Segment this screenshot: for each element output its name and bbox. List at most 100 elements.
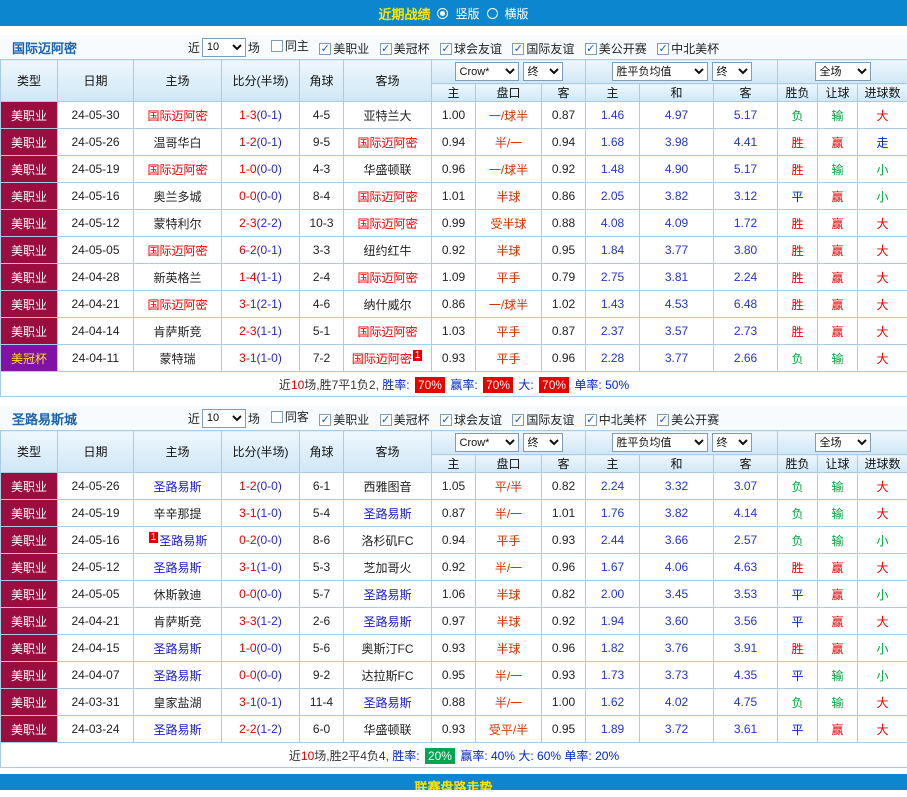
sections-container: 国际迈阿密 近 10 场 同主 ✓ 美职业 ✓ 美冠杯 ✓ 球会友谊 ✓ 国际友…: [0, 35, 907, 768]
filter-checkbox[interactable]: ✓ 国际友谊: [512, 411, 574, 428]
match-type: 美职业: [1, 102, 58, 129]
handicap-result: 输: [818, 500, 858, 527]
match-date: 24-05-12: [58, 210, 134, 237]
euro-final-select[interactable]: 终: [712, 62, 752, 81]
corners: 4-5: [300, 102, 344, 129]
match-date: 24-05-19: [58, 500, 134, 527]
euro-win-odds: 1.43: [586, 291, 640, 318]
col-handicap-result: 让球: [818, 84, 858, 102]
match-type: 美职业: [1, 554, 58, 581]
euro-win-odds: 1.62: [586, 689, 640, 716]
euro-lose-odds: 5.17: [714, 156, 778, 183]
matches-body: 美职业 24-05-26 圣路易斯 1-2(0-0) 6-1 西雅图音 1.05…: [1, 473, 907, 743]
asian-odds-header: Crow*终: [432, 60, 586, 84]
sub-col-asian-away: 客: [542, 84, 586, 102]
away-team: 芝加哥火: [344, 554, 432, 581]
checkbox-box-icon: ✓: [657, 43, 669, 55]
result: 负: [778, 689, 818, 716]
match-date: 24-04-21: [58, 291, 134, 318]
games-count-select[interactable]: 10: [202, 38, 246, 57]
asian-home-odds: 0.94: [432, 129, 476, 156]
filter-checkbox[interactable]: ✓ 球会友谊: [440, 411, 502, 428]
radio-vertical-selected[interactable]: [437, 8, 448, 19]
result: 负: [778, 527, 818, 554]
score: 3-1(2-1): [222, 291, 300, 318]
matches-table: 类型 日期 主场 比分(半场) 角球 客场 Crow*终 胜平负均值终 全场: [0, 430, 907, 768]
corners: 8-4: [300, 183, 344, 210]
euro-odds-select[interactable]: 胜平负均值: [612, 62, 708, 81]
home-team: 国际迈阿密: [134, 291, 222, 318]
goals-result: 小: [858, 183, 907, 210]
radio-horizontal-label[interactable]: 横版: [505, 5, 529, 22]
games-label: 场: [248, 39, 260, 56]
match-row: 美职业 24-04-21 肯萨斯竞 3-3(1-2) 2-6 圣路易斯 0.97…: [1, 608, 907, 635]
asian-home-odds: 1.03: [432, 318, 476, 345]
match-date: 24-05-16: [58, 183, 134, 210]
filter-checkbox[interactable]: ✓ 中北美杯: [585, 411, 647, 428]
summary-row: 近10场,胜7平1负2, 胜率: 70% 赢率: 70% 大: 70% 单率: …: [1, 372, 907, 397]
handicap-result: 赢: [818, 210, 858, 237]
away-team: 圣路易斯: [344, 689, 432, 716]
radio-horizontal[interactable]: [487, 8, 498, 19]
match-type: 美职业: [1, 129, 58, 156]
handicap-result: 赢: [818, 554, 858, 581]
asian-handicap: 半球: [476, 608, 542, 635]
match-row: 美冠杯 24-04-11 蒙特瑞 3-1(1-0) 7-2 国际迈阿密1 0.9…: [1, 345, 907, 372]
score: 3-1(1-0): [222, 500, 300, 527]
result: 胜: [778, 318, 818, 345]
radio-vertical-label[interactable]: 竖版: [455, 5, 479, 22]
filter-checkbox[interactable]: ✓ 美公开赛: [585, 40, 647, 57]
match-row: 美职业 24-03-31 皇家盐湖 3-1(0-1) 11-4 圣路易斯 0.8…: [1, 689, 907, 716]
asian-final-select[interactable]: 终: [523, 62, 563, 81]
match-type: 美职业: [1, 581, 58, 608]
bookmaker-select[interactable]: Crow*: [455, 62, 519, 81]
filter-checkbox[interactable]: ✓ 美冠杯: [380, 411, 430, 428]
filter-checkbox[interactable]: ✓ 国际友谊: [512, 40, 574, 57]
score: 1-2(0-1): [222, 129, 300, 156]
bookmaker-select[interactable]: Crow*: [455, 433, 519, 452]
games-count-select[interactable]: 10: [202, 409, 246, 428]
corners: 2-4: [300, 264, 344, 291]
score: 2-3(1-1): [222, 318, 300, 345]
match-row: 美职业 24-05-16 1圣路易斯 0-2(0-0) 8-6 洛杉矶FC 0.…: [1, 527, 907, 554]
filter-checkbox[interactable]: ✓ 美职业: [319, 411, 369, 428]
filter-checkbox[interactable]: 同客: [271, 408, 309, 425]
filter-checkbox[interactable]: ✓ 中北美杯: [657, 40, 719, 57]
euro-draw-odds: 3.72: [640, 716, 714, 743]
asian-home-odds: 0.93: [432, 716, 476, 743]
scope-select[interactable]: 全场: [815, 62, 871, 81]
asian-away-odds: 0.82: [542, 473, 586, 500]
filter-checkbox[interactable]: ✓ 美公开赛: [657, 411, 719, 428]
asian-away-odds: 0.92: [542, 156, 586, 183]
asian-away-odds: 0.93: [542, 662, 586, 689]
away-team: 国际迈阿密: [344, 264, 432, 291]
euro-odds-select[interactable]: 胜平负均值: [612, 433, 708, 452]
euro-win-odds: 1.48: [586, 156, 640, 183]
euro-draw-odds: 3.57: [640, 318, 714, 345]
filter-checkbox[interactable]: ✓ 美冠杯: [380, 40, 430, 57]
col-home: 主场: [134, 60, 222, 102]
asian-handicap: 平手: [476, 264, 542, 291]
sub-col-asian-home: 主: [432, 84, 476, 102]
filter-checkbox-label: 美职业: [333, 411, 369, 428]
match-date: 24-04-11: [58, 345, 134, 372]
asian-final-select[interactable]: 终: [523, 433, 563, 452]
asian-away-odds: 0.95: [542, 237, 586, 264]
euro-win-odds: 2.37: [586, 318, 640, 345]
euro-lose-odds: 4.63: [714, 554, 778, 581]
section-header: 圣路易斯城 近 10 场 同客 ✓ 美职业 ✓ 美冠杯 ✓ 球会友谊 ✓ 国际友…: [0, 406, 907, 430]
asian-away-odds: 0.95: [542, 716, 586, 743]
euro-final-select[interactable]: 终: [712, 433, 752, 452]
filter-checkbox[interactable]: 同主: [271, 37, 309, 54]
asian-handicap: 半球: [476, 183, 542, 210]
home-team: 圣路易斯: [134, 473, 222, 500]
home-team: 国际迈阿密: [134, 237, 222, 264]
result: 平: [778, 581, 818, 608]
scope-select[interactable]: 全场: [815, 433, 871, 452]
asian-odds-header: Crow*终: [432, 431, 586, 455]
euro-lose-odds: 3.07: [714, 473, 778, 500]
filter-checkbox[interactable]: ✓ 美职业: [319, 40, 369, 57]
filter-checkbox[interactable]: ✓ 球会友谊: [440, 40, 502, 57]
match-date: 24-04-21: [58, 608, 134, 635]
asian-away-odds: 0.86: [542, 183, 586, 210]
